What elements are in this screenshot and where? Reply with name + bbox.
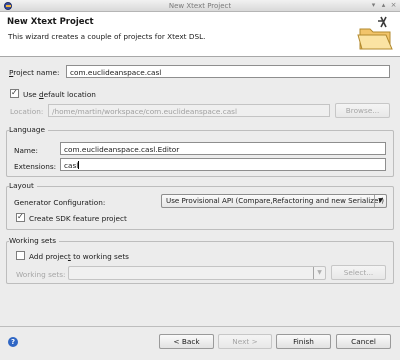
cancel-button[interactable]: Cancel xyxy=(336,334,391,349)
language-name-input[interactable]: com.euclideanspace.casl.Editor xyxy=(60,142,386,155)
back-button[interactable]: < Back xyxy=(159,334,214,349)
chevron-down-icon: ▼ xyxy=(313,267,325,279)
location-label: Location: xyxy=(10,107,44,116)
use-default-location-checkbox[interactable] xyxy=(10,88,19,98)
footer-divider xyxy=(0,326,400,327)
layout-group-label: Layout xyxy=(9,181,37,190)
working-sets-label: Working sets: xyxy=(16,270,66,279)
help-icon[interactable]: ? xyxy=(8,337,18,347)
window-title: New Xtext Project xyxy=(168,2,232,10)
use-default-location-label: Use default location xyxy=(23,90,96,99)
working-sets-select[interactable]: ▼ xyxy=(68,266,326,280)
minimize-icon[interactable]: ▾ xyxy=(370,2,377,9)
wizard-title: New Xtext Project xyxy=(7,17,94,27)
generator-configuration-select[interactable]: Use Provisional API (Compare,Refactoring… xyxy=(161,194,387,208)
select-working-sets-button[interactable]: Select... xyxy=(331,265,386,280)
text-caret xyxy=(78,161,80,169)
add-to-working-sets-label: Add project to working sets xyxy=(29,252,129,261)
next-button[interactable]: Next > xyxy=(218,334,272,349)
close-icon[interactable]: × xyxy=(390,2,397,9)
extensions-input[interactable]: casl xyxy=(60,158,386,171)
project-name-label: Project name: xyxy=(9,68,60,77)
maximize-icon[interactable]: ▴ xyxy=(380,2,387,9)
generator-configuration-label: Generator Configuration: xyxy=(14,198,106,207)
wizard-header: New Xtext Project This wizard creates a … xyxy=(0,12,400,57)
window-titlebar: New Xtext Project ▾ ▴ × xyxy=(0,0,400,12)
extensions-label: Extensions: xyxy=(14,162,57,171)
location-input[interactable]: /home/martin/workspace/com.euclideanspac… xyxy=(48,104,330,117)
project-name-input[interactable]: com.euclideanspace.casl xyxy=(66,65,390,78)
language-group-label: Language xyxy=(9,125,49,134)
language-name-label: Name: xyxy=(14,146,38,155)
xtext-folder-icon xyxy=(357,16,393,50)
create-sdk-label: Create SDK feature project xyxy=(29,214,127,223)
layout-group xyxy=(6,186,394,230)
working-sets-group-label: Working sets xyxy=(9,236,60,245)
chevron-down-icon: ▼ xyxy=(374,195,386,207)
create-sdk-checkbox[interactable] xyxy=(16,212,25,222)
finish-button[interactable]: Finish xyxy=(276,334,331,349)
add-to-working-sets-checkbox[interactable] xyxy=(16,251,25,260)
browse-button[interactable]: Browse... xyxy=(335,103,390,118)
wizard-description: This wizard creates a couple of projects… xyxy=(8,32,206,41)
